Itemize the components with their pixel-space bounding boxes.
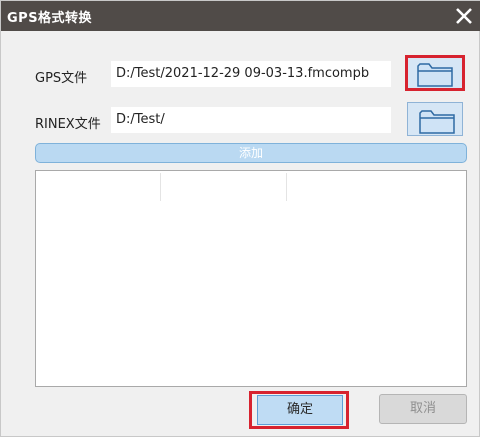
gps-convert-dialog: GPS格式转换 GPS文件 D:/Test/2021-12-29 09-03-1…	[0, 0, 480, 437]
gps-browse-button[interactable]	[405, 55, 465, 91]
title-bar: GPS格式转换	[1, 1, 480, 31]
ok-button[interactable]: 确定	[257, 395, 343, 425]
close-button[interactable]	[451, 3, 477, 29]
column-divider	[160, 173, 161, 201]
rinex-browse-button[interactable]	[407, 102, 463, 136]
cancel-button[interactable]: 取消	[379, 394, 467, 424]
add-button[interactable]: 添加	[35, 143, 467, 163]
rinex-file-label: RINEX文件	[35, 117, 101, 132]
folder-icon	[419, 110, 455, 134]
rinex-file-path-field[interactable]: D:/Test/	[111, 107, 391, 133]
gps-file-label: GPS文件	[35, 71, 88, 86]
window-title: GPS格式转换	[7, 11, 93, 26]
folder-icon	[417, 63, 453, 87]
close-icon	[456, 8, 472, 24]
gps-file-path-field[interactable]: D:/Test/2021-12-29 09-03-13.fmcompb	[111, 61, 391, 87]
file-list[interactable]	[35, 170, 467, 387]
column-divider	[286, 173, 287, 201]
